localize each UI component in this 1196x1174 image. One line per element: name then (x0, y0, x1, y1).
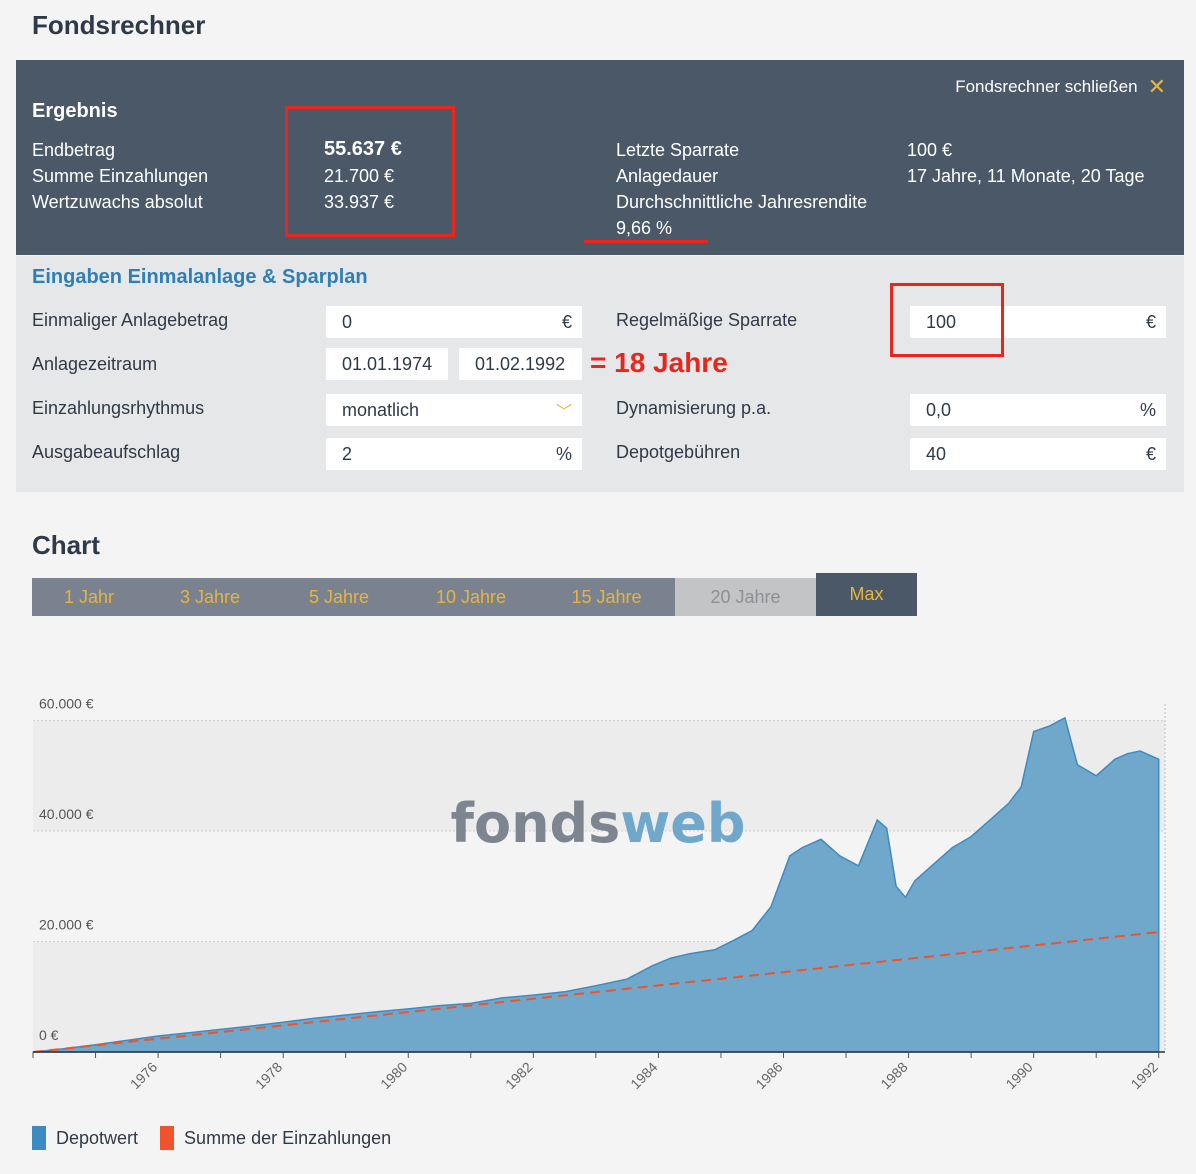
x-tick-label: 1986 (752, 1059, 785, 1092)
watermark-part1: fonds (450, 792, 620, 855)
wertzuwachs-label: Wertzuwachs absolut (32, 192, 203, 212)
legend-swatch-einzahlungen (160, 1126, 175, 1150)
close-calculator-link[interactable]: Fondsrechner schließen ✕ (955, 76, 1166, 98)
y-tick-label: 20.000 € (39, 917, 94, 933)
legend-label-depotwert: Depotwert (56, 1127, 139, 1148)
annotation-box-results (285, 106, 455, 237)
percent-unit: % (1139, 399, 1156, 420)
legend-label-einzahlungen: Summe der Einzahlungen (184, 1127, 392, 1148)
annotation-18-jahre: = 18 Jahre (590, 347, 728, 378)
y-tick-label: 0 € (39, 1027, 59, 1043)
x-tick-label: 1990 (1002, 1059, 1035, 1092)
dynamik-value: 0,0 (926, 399, 952, 420)
x-tick-label: 1988 (877, 1059, 910, 1092)
page-title: Fondsrechner (32, 10, 206, 40)
legend-swatch-depotwert (32, 1126, 46, 1150)
rhythmus-select[interactable]: monatlich ﹀ (326, 394, 582, 426)
jahresrendite-label: Durchschnittliche Jahresrendite (616, 192, 868, 212)
einmal-label: Einmaliger Anlagebetrag (32, 310, 229, 330)
tab-15-jahre[interactable]: 15 Jahre (538, 578, 675, 616)
einmal-value: 0 (342, 311, 353, 332)
legend-item-einzahlungen[interactable]: Summe der Einzahlungen (160, 1126, 391, 1150)
euro-unit: € (561, 311, 572, 332)
anlagedauer-label: Anlagedauer (616, 166, 719, 186)
sparrate-result-label: Letzte Sparrate (616, 140, 740, 160)
sparrate-label: Regelmäßige Sparrate (616, 310, 798, 330)
x-tick-label: 1982 (502, 1059, 535, 1092)
chart-x-axis: 1976 1978 1980 1982 1984 1986 1988 1990 1992 (32, 1051, 1165, 1092)
einzahlungen-label: Summe Einzahlungen (32, 166, 209, 186)
anlagedauer-value: 17 Jahre, 11 Monate, 20 Tage (907, 166, 1145, 186)
aufschlag-value: 2 (342, 443, 353, 464)
input-panel: Eingaben Einmalanlage & Sparplan Einmali… (16, 256, 1184, 492)
rhythmus-value: monatlich (342, 399, 420, 420)
period-tabs: 1 Jahr 3 Jahre 5 Jahre 10 Jahre 15 Jahre… (32, 573, 917, 616)
zeitraum-label: Anlagezeitraum (32, 354, 158, 374)
einmal-input[interactable]: 0 € (326, 306, 582, 338)
euro-unit: € (1145, 311, 1156, 332)
sparrate-result-value: 100 € (907, 140, 953, 160)
tab-1-jahr[interactable]: 1 Jahr (32, 578, 146, 616)
annotation-underline-rendite (584, 240, 708, 243)
depot-label: Depotgebühren (616, 442, 741, 462)
depot-value: 40 (926, 443, 947, 464)
tab-max[interactable]: Max (816, 573, 917, 616)
depot-input[interactable]: 40 € (910, 438, 1166, 470)
legend-item-depotwert[interactable]: Depotwert (32, 1126, 138, 1150)
chevron-down-icon: ﹀ (555, 404, 572, 421)
close-calculator-label: Fondsrechner schließen (955, 77, 1138, 96)
tab-5-jahre[interactable]: 5 Jahre (274, 578, 404, 616)
dynamik-input[interactable]: 0,0 % (910, 394, 1166, 426)
y-tick-label: 60.000 € (39, 696, 94, 712)
zeitraum-start-value: 01.01.1974 (342, 353, 433, 374)
annotation-box-sparrate (890, 283, 1004, 357)
x-tick-label: 1984 (627, 1059, 660, 1092)
x-tick-label: 1976 (127, 1059, 160, 1092)
rhythmus-label: Einzahlungsrhythmus (32, 398, 205, 418)
aufschlag-label: Ausgabeaufschlag (32, 442, 181, 462)
chart-title: Chart (32, 530, 100, 560)
x-tick-label: 1992 (1128, 1059, 1161, 1092)
aufschlag-input[interactable]: 2 % (326, 438, 582, 470)
result-panel: Fondsrechner schließen ✕ Ergebnis Endbet… (16, 60, 1184, 255)
close-icon[interactable]: ✕ (1148, 76, 1166, 98)
dynamik-label: Dynamisierung p.a. (616, 398, 772, 418)
chart-legend: Depotwert Summe der Einzahlungen (32, 1124, 391, 1152)
inputs-heading: Eingaben Einmalanlage & Sparplan (32, 266, 368, 288)
percent-unit: % (555, 443, 572, 464)
endbetrag-label: Endbetrag (32, 140, 116, 160)
tab-3-jahre[interactable]: 3 Jahre (146, 578, 274, 616)
x-tick-label: 1980 (377, 1059, 410, 1092)
zeitraum-end-input[interactable]: 01.02.1992 (459, 348, 582, 380)
euro-unit: € (1145, 443, 1156, 464)
tab-10-jahre[interactable]: 10 Jahre (404, 578, 538, 616)
zeitraum-start-input[interactable]: 01.01.1974 (326, 348, 448, 380)
depot-chart: 0 € 20.000 € 40.000 € 60.000 € fondsweb 197… (32, 696, 1166, 1092)
result-heading: Ergebnis (32, 100, 118, 122)
jahresrendite-value: 9,66 % (616, 218, 673, 238)
y-tick-label: 40.000 € (39, 806, 94, 822)
zeitraum-end-value: 01.02.1992 (475, 353, 566, 374)
watermark-logo: fondsweb (450, 792, 745, 855)
tab-20-jahre: 20 Jahre (675, 578, 816, 616)
watermark-part2: web (620, 792, 745, 855)
x-tick-label: 1978 (252, 1059, 285, 1092)
